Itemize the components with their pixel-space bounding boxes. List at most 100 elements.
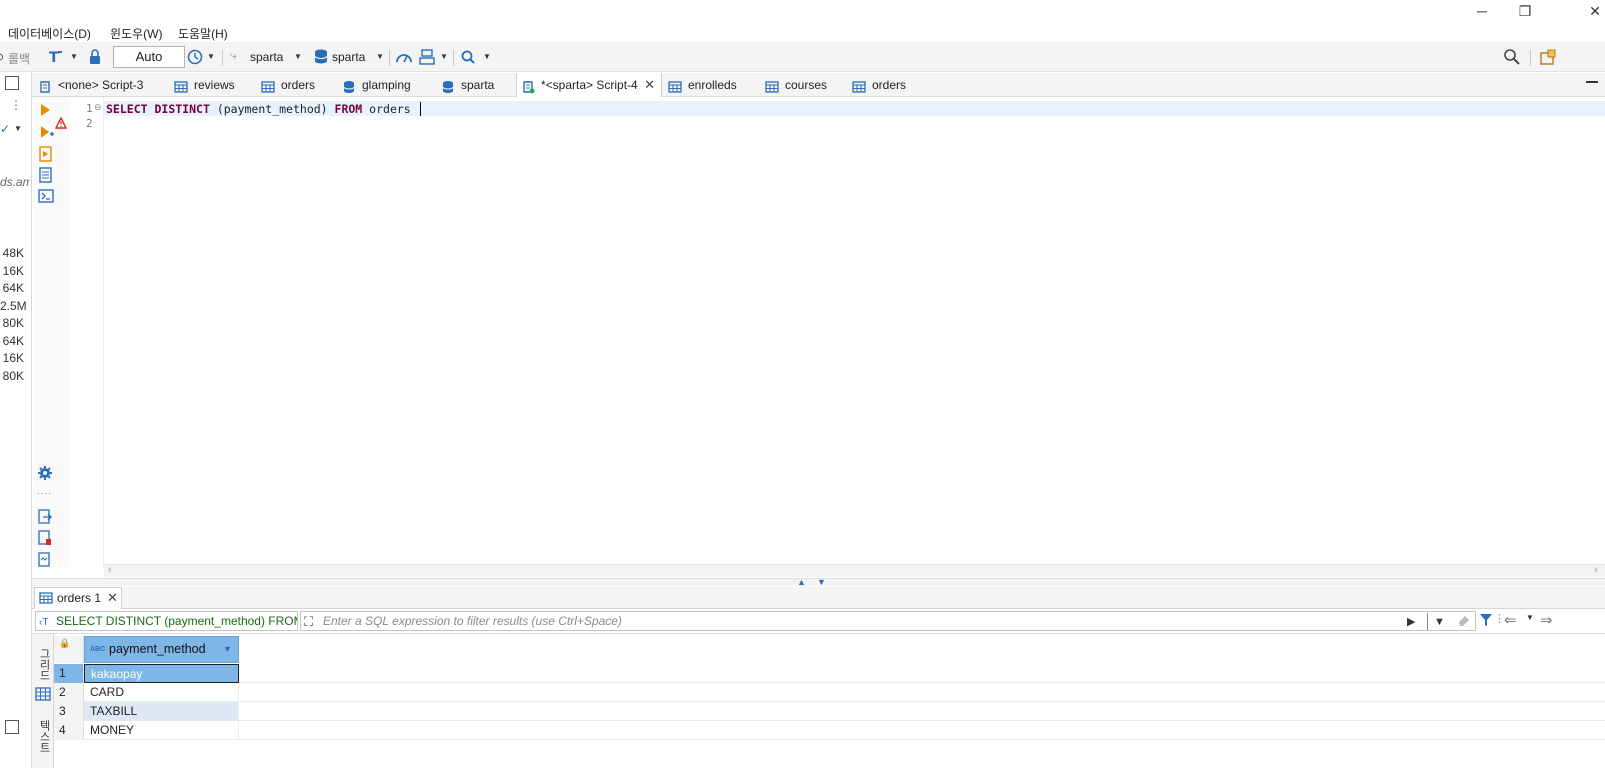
editor-tab-bar: <none> Script-3 reviews orders glamping …: [32, 73, 1605, 97]
grid-icon[interactable]: [35, 686, 51, 705]
table-cell[interactable]: MONEY: [84, 721, 239, 740]
sql-keyword: SELECT: [106, 102, 148, 116]
global-search-icon[interactable]: [1503, 48, 1521, 66]
document-error-icon[interactable]: [38, 530, 52, 549]
tab-script-3[interactable]: <none> Script-3: [34, 73, 164, 97]
navigator-panel: ⋮ ✓ ▼ ds.am 48K 16K 64K 2.5M 80K 64K 16K…: [0, 72, 32, 768]
chevron-down-icon[interactable]: ▼: [294, 50, 302, 64]
restore-icon[interactable]: ❐: [1513, 2, 1537, 20]
chevron-down-icon[interactable]: ▼: [1526, 613, 1534, 622]
table-row[interactable]: 3 TAXBILL: [54, 702, 1605, 721]
explain-plan-icon[interactable]: [39, 167, 53, 186]
menu-database[interactable]: 데이터베이스(D): [8, 25, 91, 42]
editor-horizontal-scrollbar[interactable]: ‹ ›: [104, 564, 1605, 577]
tab-courses[interactable]: courses: [761, 73, 845, 97]
lock-icon[interactable]: [87, 48, 105, 66]
maximize-panel-icon[interactable]: [5, 720, 19, 734]
maximize-up-icon[interactable]: ▲: [797, 577, 806, 587]
more-icon[interactable]: ⋮: [10, 98, 22, 112]
table-cell[interactable]: CARD: [84, 683, 239, 702]
close-tab-icon[interactable]: ✕: [644, 73, 655, 97]
table-size: 64K: [2, 281, 24, 295]
forward-icon[interactable]: ⇒: [1540, 611, 1553, 629]
tab-label: glamping: [362, 78, 411, 92]
sort-filter-icon[interactable]: ▼: [223, 637, 232, 662]
execute-script-icon[interactable]: [39, 146, 53, 165]
warning-icon[interactable]: [54, 116, 68, 132]
expand-icon[interactable]: ⛶: [304, 613, 313, 630]
close-window-icon[interactable]: ✕: [1583, 2, 1605, 20]
table-row[interactable]: 2 CARD: [54, 683, 1605, 702]
tab-orders[interactable]: orders: [257, 73, 333, 97]
terminal-icon[interactable]: [38, 189, 54, 206]
chevron-down-icon[interactable]: ▼: [376, 50, 384, 64]
filter-expression-input[interactable]: ⛶ Enter a SQL expression to filter resul…: [300, 611, 1476, 631]
toolbar-separator: [453, 50, 454, 66]
filter-check-icon[interactable]: ✓: [0, 122, 10, 136]
perspective-icon[interactable]: [1539, 48, 1557, 66]
row-number[interactable]: 3: [54, 702, 84, 721]
apply-filter-icon[interactable]: ▶: [1407, 613, 1415, 630]
chevron-down-icon[interactable]: ▼: [70, 50, 78, 64]
truncated-host: ds.am: [0, 175, 30, 189]
execute-new-tab-icon[interactable]: [39, 125, 55, 142]
table-cell[interactable]: kakaopay: [84, 664, 239, 683]
query-preview[interactable]: ‹T SELECT DISTINCT (payment_method) FROM…: [35, 611, 298, 631]
maximize-down-icon[interactable]: ▼: [817, 577, 826, 587]
tab-enrolleds[interactable]: enrolleds: [664, 73, 756, 97]
editor-results-splitter[interactable]: ▲ ▼: [32, 577, 1605, 587]
format-icon[interactable]: [38, 552, 52, 571]
table-icon: [174, 78, 188, 93]
row-number[interactable]: 1: [54, 664, 84, 683]
table-row[interactable]: 4 MONEY: [54, 721, 1605, 740]
tab-glamping[interactable]: glamping: [338, 73, 434, 97]
chevron-down-icon[interactable]: ▼: [440, 50, 448, 64]
text-view-tab[interactable]: 텍스트: [36, 720, 52, 753]
transaction-log-icon[interactable]: [418, 48, 436, 66]
chevron-down-icon[interactable]: ▼: [14, 124, 22, 133]
column-header-payment-method[interactable]: ABC payment_method ▼: [84, 636, 239, 663]
eraser-icon[interactable]: [1456, 612, 1472, 631]
menu-help[interactable]: 도움말(H): [178, 25, 228, 42]
row-number[interactable]: 4: [54, 721, 84, 740]
gear-icon[interactable]: [37, 465, 53, 484]
dashboard-icon[interactable]: [395, 48, 413, 66]
transaction-mode-field[interactable]: Auto: [113, 46, 185, 68]
fold-icon[interactable]: ⊖: [94, 102, 102, 113]
table-row[interactable]: 1 kakaopay: [54, 664, 1605, 683]
sql-editor-line[interactable]: SELECT DISTINCT (payment_method) FROM or…: [106, 102, 428, 116]
chevron-down-icon[interactable]: ▼: [483, 50, 491, 64]
datasource-selector[interactable]: sparta: [250, 50, 283, 64]
menu-window[interactable]: 윈도우(W): [110, 25, 162, 42]
results-tab-label: orders 1: [57, 591, 102, 605]
search-icon[interactable]: [460, 48, 478, 66]
tab-sparta[interactable]: sparta: [437, 73, 517, 97]
minimize-icon[interactable]: ─: [1470, 2, 1494, 20]
grid-corner[interactable]: 🔒: [54, 636, 84, 663]
grid-view-tab[interactable]: 그리드: [36, 648, 52, 681]
database-icon: [342, 78, 356, 93]
tab-reviews[interactable]: reviews: [170, 73, 252, 97]
filter-icon[interactable]: [1479, 612, 1493, 631]
scroll-right-icon[interactable]: ›: [1594, 564, 1598, 576]
database-icon: [313, 48, 331, 66]
scroll-left-icon[interactable]: ‹: [108, 564, 112, 576]
chevron-down-icon[interactable]: ▼: [207, 50, 215, 64]
results-tab-orders-1[interactable]: orders 1 ✕: [34, 587, 122, 609]
row-number[interactable]: 2: [54, 683, 84, 702]
close-tab-icon[interactable]: ✕: [107, 588, 118, 608]
maximize-panel-icon[interactable]: [5, 76, 19, 90]
export-icon[interactable]: [38, 509, 52, 528]
filter-history-dropdown[interactable]: ▼: [1427, 613, 1445, 630]
table-cell[interactable]: TAXBILL: [84, 702, 239, 721]
tab-script-4[interactable]: *<sparta> Script-4 ✕: [516, 73, 662, 97]
transaction-mode-icon[interactable]: T: [47, 48, 65, 66]
tab-orders-2[interactable]: orders: [848, 73, 928, 97]
more-icon[interactable]: ....: [37, 486, 52, 497]
history-icon[interactable]: [186, 48, 204, 66]
rollback-label[interactable]: 롤백: [8, 50, 30, 67]
minimize-editor-icon[interactable]: [1586, 75, 1598, 83]
schema-selector[interactable]: sparta: [332, 50, 365, 64]
back-icon[interactable]: ⇐: [1504, 611, 1517, 629]
execute-statement-icon[interactable]: [39, 103, 51, 120]
